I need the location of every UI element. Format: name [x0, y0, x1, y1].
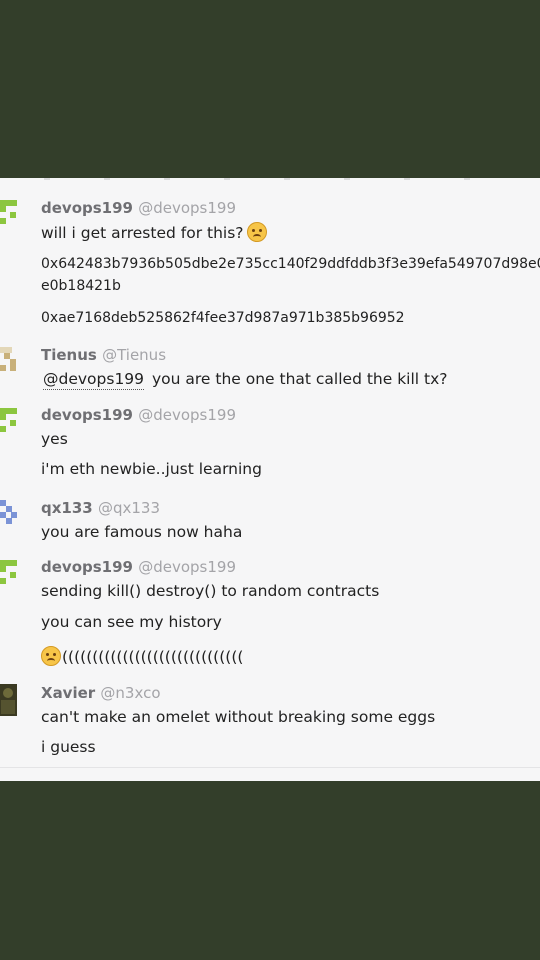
author-handle[interactable]: @devops199 [138, 558, 236, 576]
avatar-pixel [0, 365, 6, 371]
message-author[interactable]: qx133 @qx133 [41, 499, 160, 517]
author-handle[interactable]: @qx133 [98, 499, 160, 517]
message-text: i guess [41, 738, 96, 756]
message-text: you are famous now haha [41, 523, 243, 541]
message-text: sending kill() destroy() to random contr… [41, 582, 380, 600]
chat-panel: devops199 @devops199 will i get arrested… [0, 178, 540, 781]
avatar-pixel [10, 365, 16, 371]
avatar-pixel [0, 218, 6, 224]
avatar-devops199[interactable] [0, 408, 17, 438]
author-name[interactable]: Xavier [41, 684, 95, 702]
avatar-xavier[interactable] [0, 684, 17, 716]
avatar-pixel [6, 518, 12, 524]
avatar-photo-detail [3, 688, 13, 698]
message-text: i'm eth newbie..just learning [41, 460, 262, 478]
message-author[interactable]: devops199 @devops199 [41, 199, 236, 217]
author-handle[interactable]: @n3xco [100, 684, 160, 702]
author-name[interactable]: devops199 [41, 199, 133, 217]
author-name[interactable]: Tienus [41, 346, 97, 364]
avatar-pixel [0, 566, 6, 572]
clipped-previous-message [30, 178, 510, 180]
author-name[interactable]: devops199 [41, 558, 133, 576]
message-author[interactable]: Xavier @n3xco [41, 684, 161, 702]
message-text: will i get arrested for this? [41, 222, 267, 243]
message-text: you can see my history [41, 613, 222, 631]
avatar-pixel [10, 212, 16, 218]
avatar-pixel [0, 426, 6, 432]
avatar-pixel [0, 206, 6, 212]
avatar-photo-detail [1, 700, 15, 714]
worried-face-emoji-icon [41, 646, 61, 666]
mention-link[interactable]: @devops199 [43, 370, 145, 390]
avatar-devops199[interactable] [0, 560, 17, 590]
avatar-pixel [10, 572, 16, 578]
message-text: 0xae7168deb525862f4fee37d987a971b385b969… [41, 310, 405, 326]
panel-divider [0, 767, 540, 768]
avatar-qx133[interactable] [0, 500, 17, 530]
message-text: e0b18421b [41, 278, 121, 294]
message-text: yes [41, 430, 68, 448]
author-handle[interactable]: @Tienus [102, 346, 166, 364]
author-name[interactable]: devops199 [41, 406, 133, 424]
message-text: 0x642483b7936b505dbe2e735cc140f29ddfddb3… [41, 256, 540, 272]
avatar-pixel [0, 578, 6, 584]
author-handle[interactable]: @devops199 [138, 199, 236, 217]
author-handle[interactable]: @devops199 [138, 406, 236, 424]
avatar-devops199[interactable] [0, 200, 17, 230]
author-name[interactable]: qx133 [41, 499, 93, 517]
worried-face-emoji-icon [246, 222, 267, 242]
avatar-pixel [0, 414, 6, 420]
message-author[interactable]: Tienus @Tienus [41, 346, 166, 364]
message-text: can't make an omelet without breaking so… [41, 708, 436, 726]
message-author[interactable]: devops199 @devops199 [41, 558, 236, 576]
message-line: you are the one that called the kill tx? [151, 370, 448, 388]
message-line: (((((((((((((((((((((((((((((( [62, 648, 244, 666]
avatar-pixel [10, 420, 16, 426]
avatar-tienus[interactable] [0, 347, 17, 377]
message-text: @devops199 you are the one that called t… [43, 369, 448, 390]
message-line: will i get arrested for this? [41, 224, 244, 242]
message-author[interactable]: devops199 @devops199 [41, 406, 236, 424]
message-text: (((((((((((((((((((((((((((((( [41, 646, 243, 667]
